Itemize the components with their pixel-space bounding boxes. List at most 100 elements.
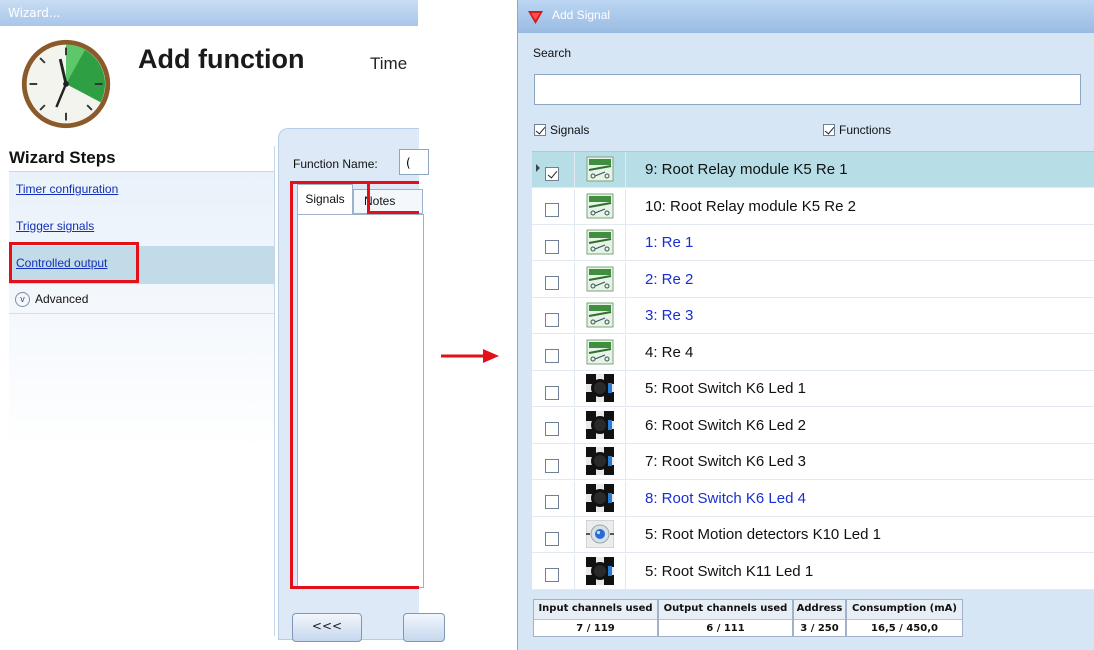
motion-detector-icon	[585, 519, 615, 549]
search-label: Search	[533, 46, 572, 60]
stat-header: Output channels used	[659, 600, 792, 620]
advanced-label: Advanced	[35, 292, 89, 306]
row-checkbox-cell[interactable]	[545, 565, 559, 582]
switch-led-icon	[586, 483, 614, 512]
row-checkbox[interactable]	[545, 276, 559, 290]
switch-led-icon	[586, 447, 614, 475]
row-checkbox[interactable]	[545, 458, 559, 473]
row-checkbox-cell[interactable]	[545, 419, 559, 436]
switch-led-icon	[586, 556, 614, 585]
stat-output-channels: Output channels used 6 / 111	[658, 599, 793, 637]
stat-value: 6 / 111	[706, 623, 745, 634]
signal-row[interactable]: 2: Re 2	[532, 261, 1094, 298]
search-input[interactable]	[534, 74, 1081, 105]
signal-row[interactable]: 5: Root Switch K11 Led 1	[532, 553, 1094, 590]
signal-row[interactable]: 1: Re 1	[532, 225, 1094, 261]
add-signal-title-bar[interactable]: Add Signal	[518, 0, 1094, 33]
signal-row[interactable]: 4: Re 4	[532, 334, 1094, 371]
signal-row[interactable]: 8: Root Switch K6 Led 4	[532, 480, 1094, 517]
signal-row[interactable]: 7: Root Switch K6 Led 3	[532, 444, 1094, 480]
back-button[interactable]: <<<	[292, 613, 362, 642]
signal-label: 5: Root Switch K6 Led 1	[645, 380, 806, 397]
signal-row[interactable]: 9: Root Relay module K5 Re 1	[532, 152, 1094, 188]
wizard-steps-panel: Wizard Steps Timer configuration Trigger…	[9, 146, 275, 637]
row-icon-cell	[574, 334, 626, 370]
signal-list: 9: Root Relay module K5 Re 1 10: Root Rel…	[532, 151, 1094, 590]
row-checkbox-cell[interactable]	[545, 273, 559, 290]
row-checkbox[interactable]	[545, 239, 559, 254]
clock-icon	[21, 39, 111, 129]
stat-header: Consumption (mA)	[847, 600, 962, 620]
signal-row[interactable]: 3: Re 3	[532, 298, 1094, 334]
red-triangle-icon	[528, 11, 543, 24]
row-pointer-icon	[536, 164, 540, 172]
row-checkbox[interactable]	[545, 422, 559, 436]
wizard-title-bar[interactable]: Wizard...	[0, 0, 418, 26]
row-checkbox[interactable]	[545, 312, 559, 327]
add-signal-title: Add Signal	[552, 8, 611, 22]
row-icon-cell	[574, 517, 626, 552]
relay-icon	[586, 192, 614, 220]
signal-row[interactable]: 5: Root Motion detectors K10 Led 1	[532, 517, 1094, 553]
row-checkbox[interactable]	[545, 495, 559, 509]
function-name-input[interactable]: (	[399, 149, 429, 175]
row-checkbox-cell[interactable]	[545, 346, 559, 363]
row-checkbox-cell[interactable]	[545, 163, 559, 181]
relay-icon	[586, 301, 614, 329]
signal-label: 10: Root Relay module K5 Re 2	[645, 197, 856, 215]
row-checkbox[interactable]	[545, 166, 559, 181]
row-checkbox-cell[interactable]	[545, 528, 559, 546]
stat-address: Address 3 / 250	[793, 599, 846, 637]
advanced-expander[interactable]: v Advanced	[15, 292, 89, 308]
filter-signals[interactable]: Signals	[534, 122, 589, 137]
row-checkbox-cell[interactable]	[545, 236, 559, 254]
signal-label: 9: Root Relay module K5 Re 1	[645, 161, 848, 178]
signal-row[interactable]: 6: Root Switch K6 Led 2	[532, 407, 1094, 444]
step-trigger-signals[interactable]: Trigger signals	[16, 219, 94, 233]
relay-icon	[586, 228, 614, 256]
signals-checkbox[interactable]	[534, 123, 546, 136]
row-checkbox-cell[interactable]	[545, 382, 559, 400]
signal-row[interactable]: 10: Root Relay module K5 Re 2	[532, 188, 1094, 225]
signal-label: 1: Re 1	[645, 234, 694, 251]
functions-checkbox[interactable]	[823, 123, 835, 136]
stat-value: 3 / 250	[800, 623, 839, 634]
function-name-label: Function Name:	[293, 157, 378, 171]
row-checkbox-cell[interactable]	[545, 455, 559, 473]
wizard-steps-heading: Wizard Steps	[9, 148, 116, 167]
switch-led-icon	[586, 410, 614, 439]
row-icon-cell	[574, 188, 626, 224]
signals-filter-label: Signals	[550, 122, 590, 137]
row-checkbox[interactable]	[545, 568, 559, 582]
divider	[9, 313, 274, 314]
functions-filter-label: Functions	[839, 122, 892, 137]
wizard-window: Wizard... Add function Time Wizard Steps…	[0, 0, 445, 650]
wizard-title: Add function	[138, 44, 305, 74]
row-checkbox-cell[interactable]	[545, 309, 559, 327]
row-icon-cell	[574, 152, 626, 187]
signal-label: 8: Root Switch K6 Led 4	[645, 489, 806, 507]
signal-row[interactable]: 5: Root Switch K6 Led 1	[532, 371, 1094, 407]
stat-input-channels: Input channels used 7 / 119	[533, 599, 658, 637]
signals-list-highlight-box	[290, 181, 419, 589]
signal-label: 6: Root Switch K6 Led 2	[645, 416, 806, 434]
signal-label: 7: Root Switch K6 Led 3	[645, 453, 806, 470]
row-checkbox[interactable]	[545, 203, 559, 217]
row-icon-cell	[574, 444, 626, 479]
row-checkbox-cell[interactable]	[545, 492, 559, 509]
relay-icon	[586, 265, 614, 293]
row-checkbox-cell[interactable]	[545, 200, 559, 217]
row-checkbox[interactable]	[545, 531, 559, 546]
stat-consumption: Consumption (mA) 16,5 / 450,0	[846, 599, 963, 637]
row-checkbox[interactable]	[545, 349, 559, 363]
row-checkbox[interactable]	[545, 385, 559, 400]
stat-value: 16,5 / 450,0	[871, 623, 938, 634]
signal-label: 5: Root Motion detectors K10 Led 1	[645, 526, 881, 543]
row-icon-cell	[574, 407, 626, 443]
row-icon-cell	[574, 298, 626, 333]
stat-value: 7 / 119	[576, 623, 615, 634]
filter-functions[interactable]: Functions	[823, 122, 891, 137]
next-button[interactable]	[403, 613, 445, 642]
stat-header: Input channels used	[534, 600, 657, 620]
step-timer-configuration[interactable]: Timer configuration	[16, 182, 118, 196]
